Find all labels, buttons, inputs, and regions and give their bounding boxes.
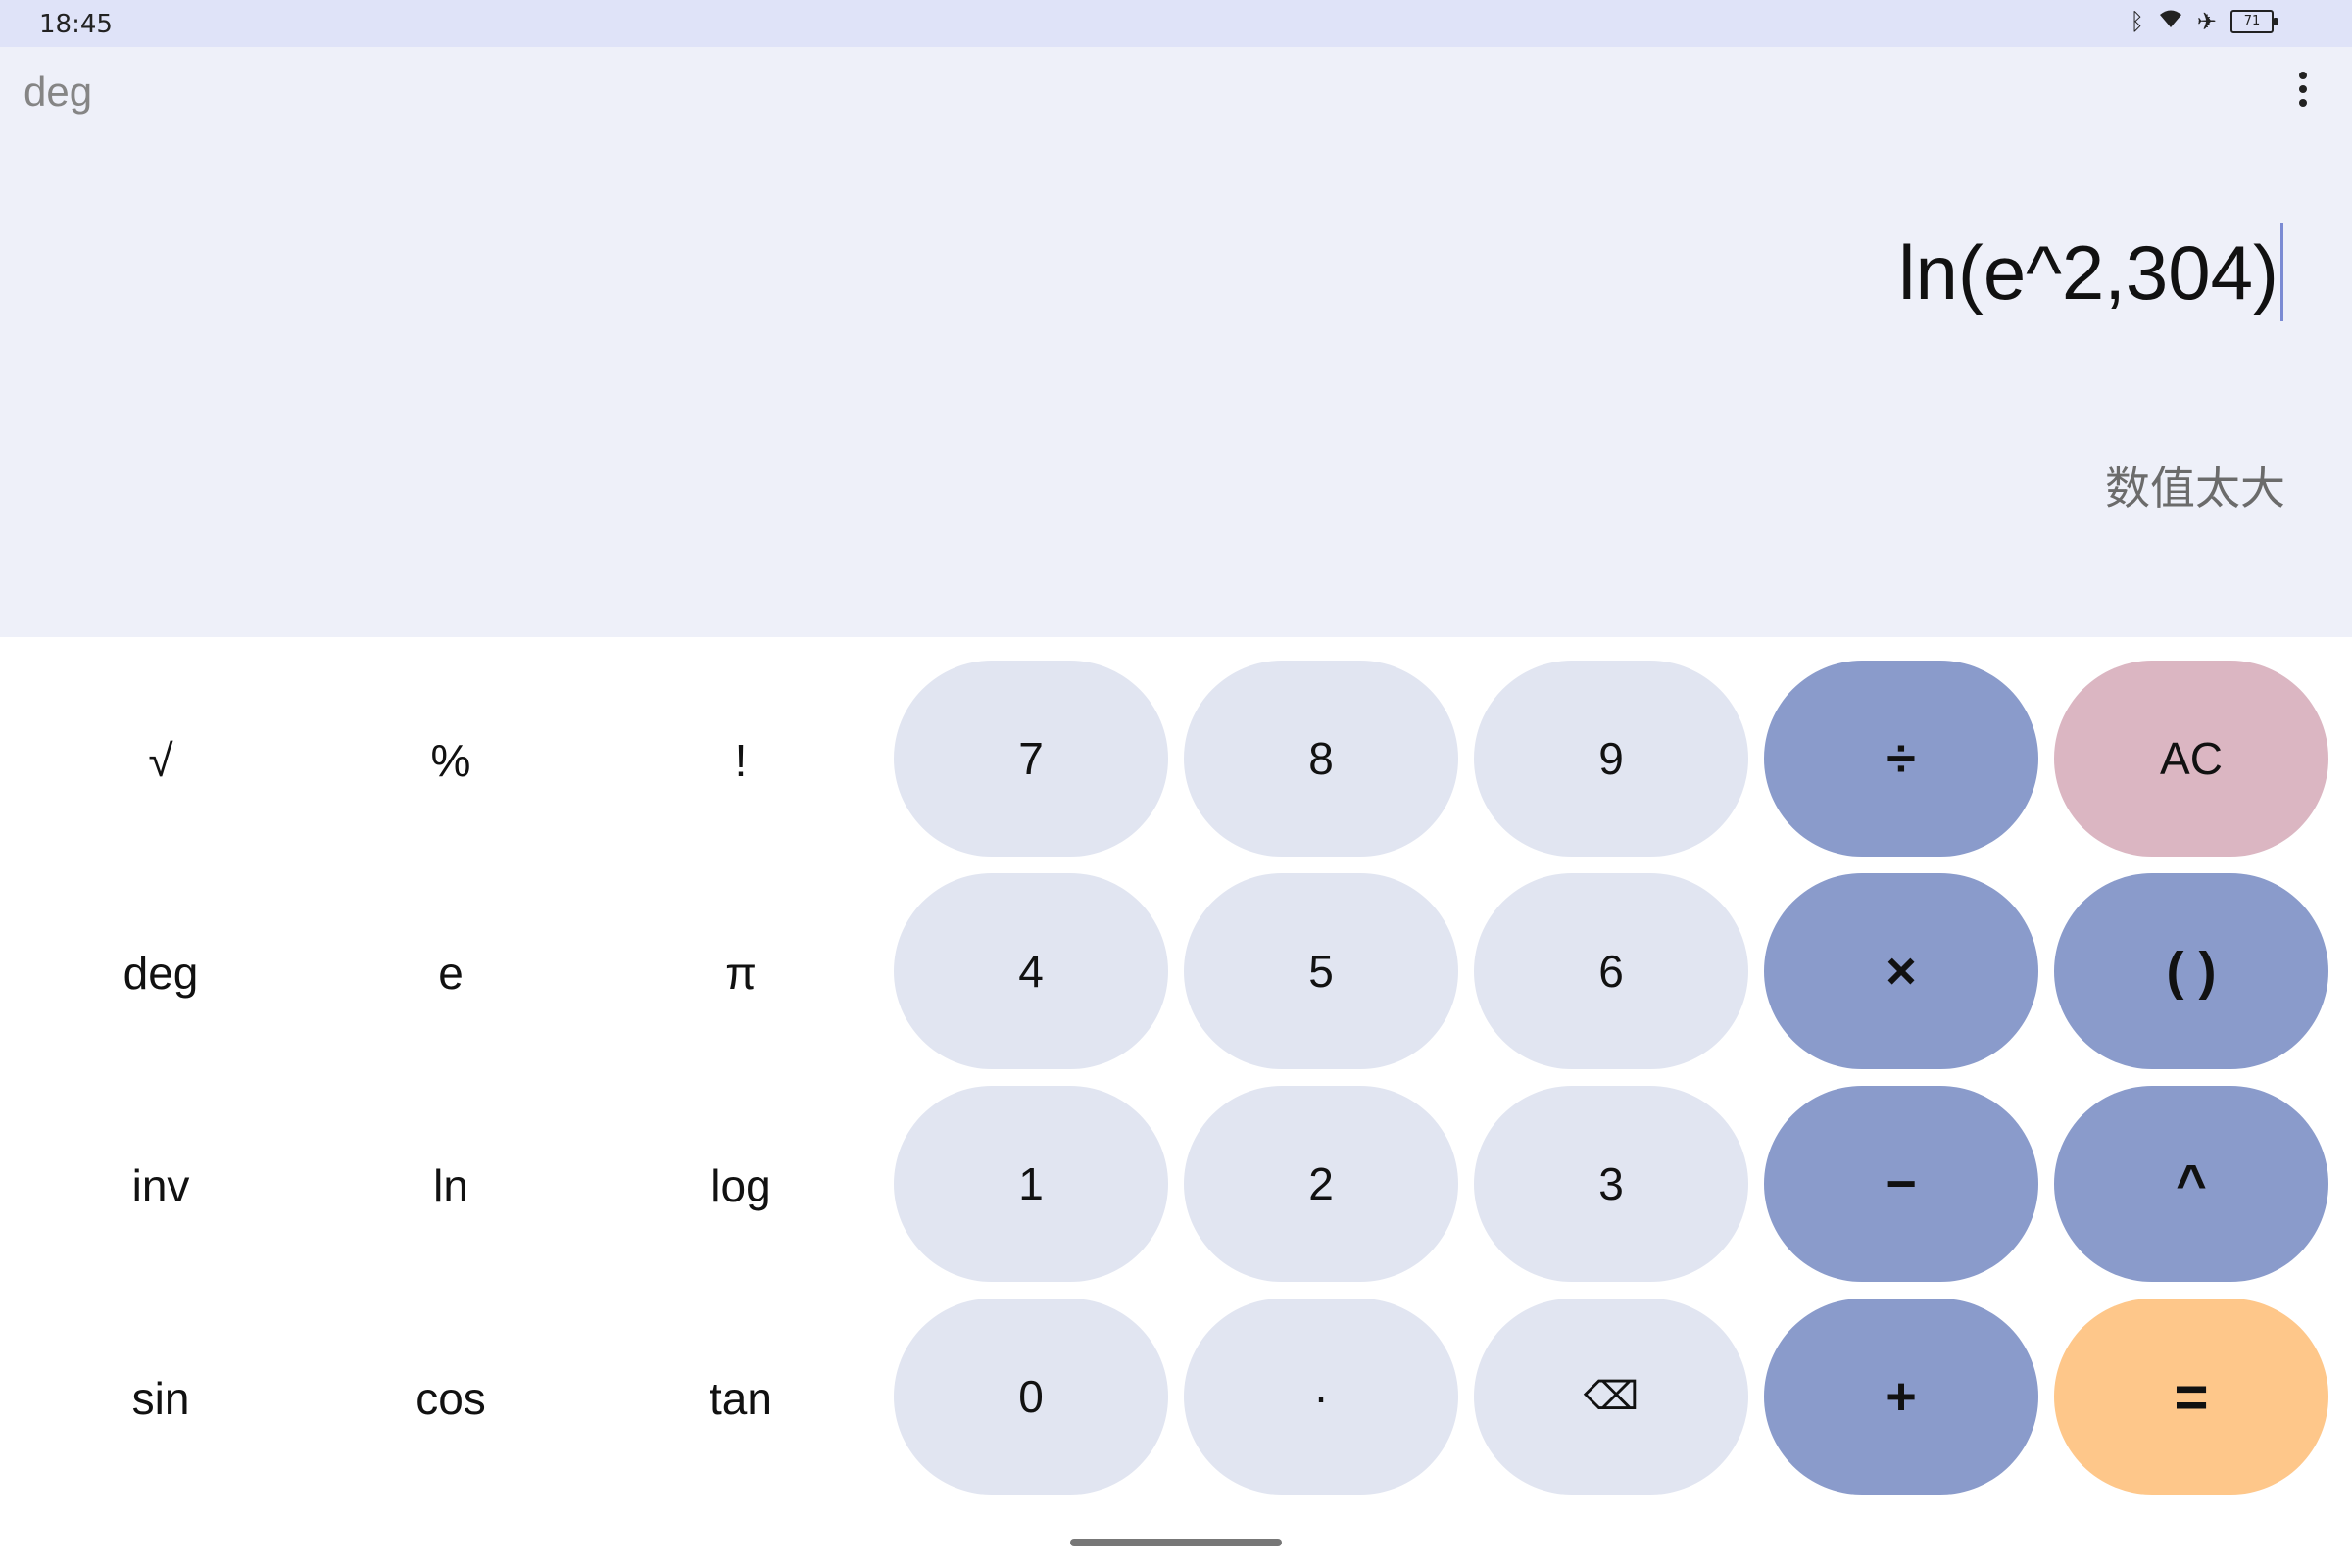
cos-button[interactable]: cos [314,1300,588,1496]
digit-8-button[interactable]: 8 [1184,661,1458,857]
result-text: 数值太大 [2105,462,2285,514]
status-icons: ᛒ ✈ 71 [2130,8,2278,35]
factorial-button[interactable]: ! [604,662,878,858]
pi-button[interactable]: π [604,875,878,1071]
log-button[interactable]: log [604,1088,878,1284]
decimal-point-button[interactable]: · [1184,1298,1458,1494]
deg-button[interactable]: deg [24,875,298,1071]
overflow-menu-button[interactable] [2283,65,2323,114]
formula-input[interactable]: ln(e^2,304) [1898,223,2283,321]
inv-button[interactable]: inv [24,1088,298,1284]
subtract-button[interactable]: − [1764,1086,2038,1282]
power-button[interactable]: ^ [2054,1086,2328,1282]
digit-1-button[interactable]: 1 [894,1086,1168,1282]
multiply-button[interactable]: × [1764,873,2038,1069]
angle-mode-indicator: deg [24,69,93,115]
percent-button[interactable]: % [314,662,588,858]
text-caret [2280,223,2283,321]
digit-2-button[interactable]: 2 [1184,1086,1458,1282]
digit-0-button[interactable]: 0 [894,1298,1168,1494]
sin-button[interactable]: sin [24,1300,298,1496]
calculator-display: deg ln(e^2,304) 数值太大 [0,47,2352,637]
status-bar: 18:45 ᛒ ✈ 71 [0,0,2352,47]
digit-4-button[interactable]: 4 [894,873,1168,1069]
backspace-button[interactable]: ⌫ [1474,1298,1748,1494]
dot-icon [2299,99,2307,107]
dot-icon [2299,85,2307,93]
parentheses-button[interactable]: ( ) [2054,873,2328,1069]
digit-7-button[interactable]: 7 [894,661,1168,857]
backspace-icon: ⌫ [1583,1374,1640,1419]
wifi-icon [2158,8,2183,35]
equals-button[interactable]: = [2054,1298,2328,1494]
keypad: √ % ! deg e π inv ln log sin cos tan 7 8… [0,637,2352,1568]
formula-text: ln(e^2,304) [1898,228,2278,316]
digit-3-button[interactable]: 3 [1474,1086,1748,1282]
add-button[interactable]: + [1764,1298,2038,1494]
tan-button[interactable]: tan [604,1300,878,1496]
battery-icon: 71 [2230,10,2278,33]
e-button[interactable]: e [314,875,588,1071]
digit-9-button[interactable]: 9 [1474,661,1748,857]
digit-5-button[interactable]: 5 [1184,873,1458,1069]
dot-icon [2299,72,2307,79]
status-time: 18:45 [39,10,113,39]
all-clear-button[interactable]: AC [2054,661,2328,857]
bluetooth-icon: ᛒ [2130,8,2144,35]
ln-button[interactable]: ln [314,1088,588,1284]
divide-button[interactable]: ÷ [1764,661,2038,857]
sqrt-button[interactable]: √ [24,662,298,858]
digit-6-button[interactable]: 6 [1474,873,1748,1069]
gesture-nav-handle[interactable] [1070,1539,1282,1546]
airplane-icon: ✈ [2196,8,2217,35]
